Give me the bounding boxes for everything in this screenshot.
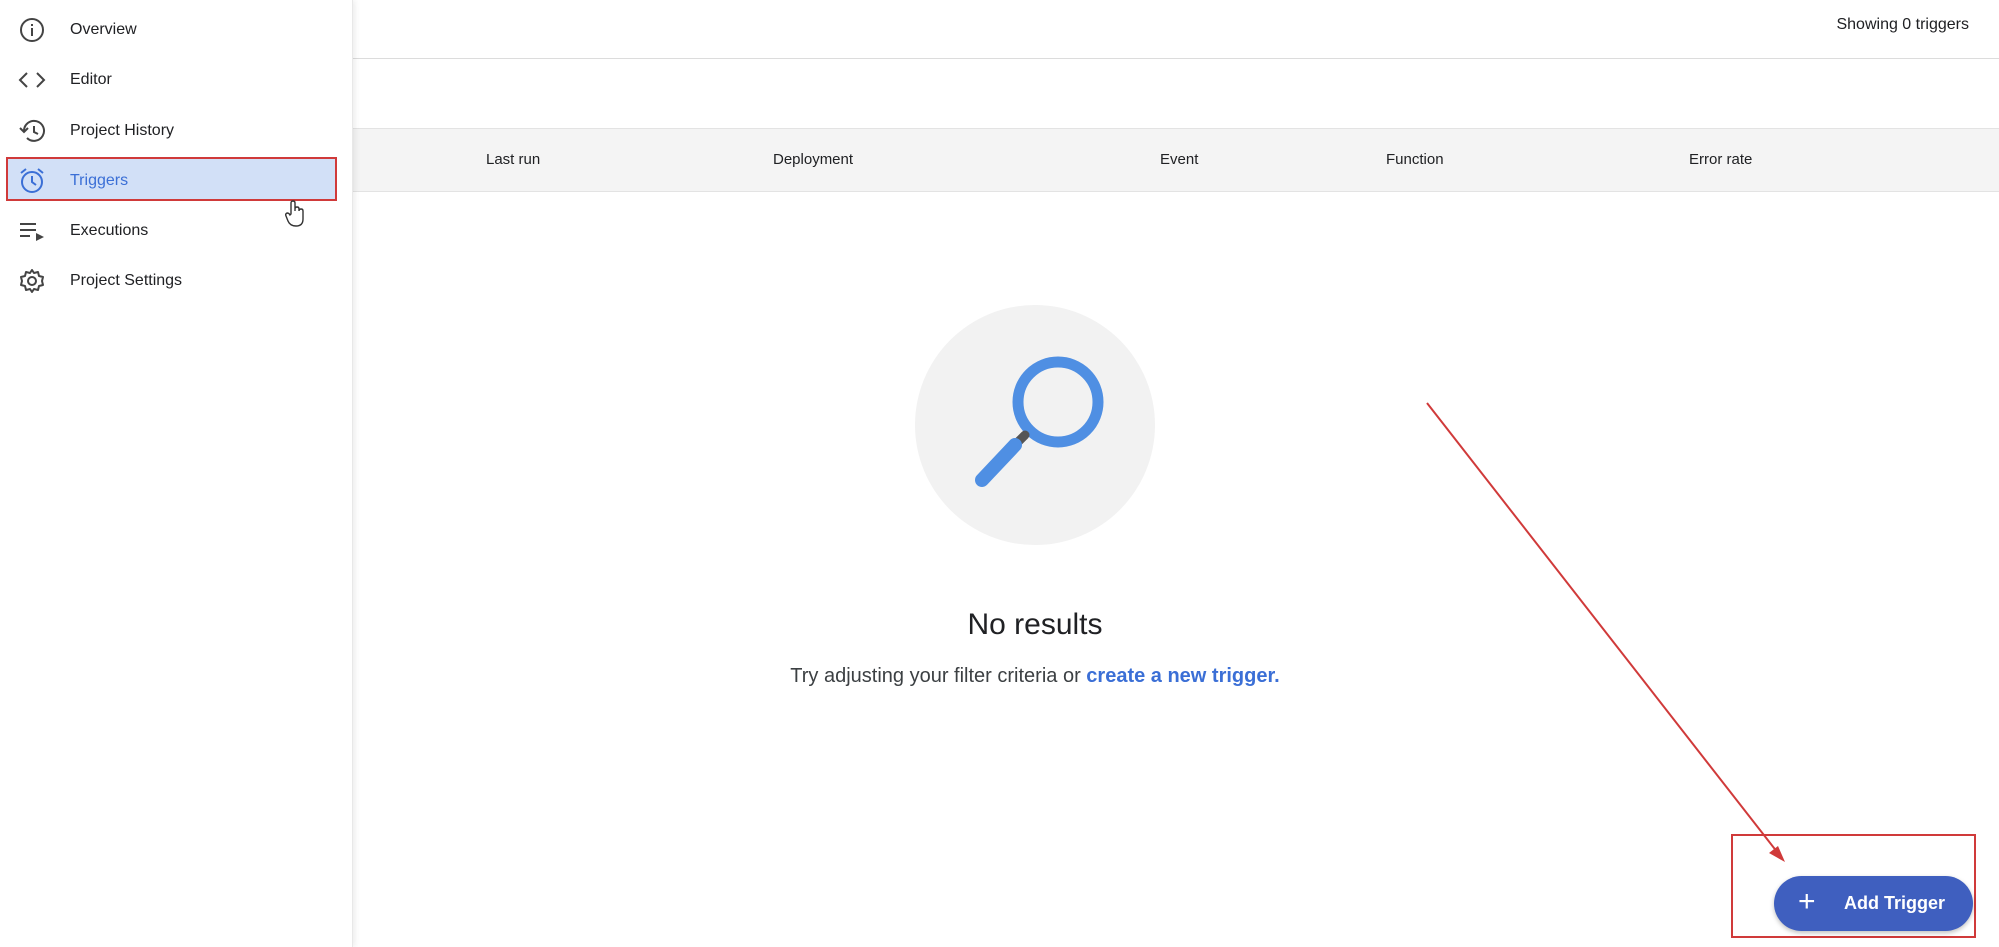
- create-trigger-link[interactable]: create a new trigger.: [1086, 665, 1279, 687]
- sidebar-item-project-settings[interactable]: Project Settings: [0, 256, 352, 306]
- sidebar-item-label: Overview: [70, 21, 137, 38]
- hand-cursor-icon: [284, 200, 306, 233]
- column-function[interactable]: Function: [1386, 151, 1444, 168]
- column-last-run[interactable]: Last run: [486, 151, 540, 168]
- sidebar-item-overview[interactable]: Overview: [0, 5, 352, 55]
- sidebar-item-label: Project Settings: [70, 272, 183, 289]
- empty-state-illustration: [915, 305, 1155, 545]
- sidebar-item-triggers[interactable]: Triggers: [0, 156, 352, 206]
- sidebar-item-label: Project History: [70, 122, 175, 139]
- executions-list-icon: [18, 219, 46, 243]
- gear-icon: [18, 269, 46, 293]
- plus-icon: +: [1798, 885, 1816, 918]
- column-event[interactable]: Event: [1160, 151, 1198, 168]
- trigger-count: Showing 0 triggers: [1836, 16, 1969, 33]
- add-trigger-button[interactable]: + Add Trigger: [1774, 876, 1973, 931]
- sidebar-item-label: Triggers: [70, 172, 129, 189]
- alarm-clock-icon: [18, 168, 46, 193]
- history-icon: [18, 119, 46, 143]
- code-icon: [18, 68, 46, 92]
- column-error-rate[interactable]: Error rate: [1689, 151, 1752, 168]
- info-icon: [18, 18, 46, 42]
- table-header: Last run Deployment Event Function Error…: [352, 128, 1999, 192]
- sidebar-item-label: Editor: [70, 71, 112, 88]
- add-trigger-label: Add Trigger: [1844, 893, 1946, 913]
- empty-state-hint-text: Try adjusting your filter criteria or: [790, 665, 1081, 687]
- sidebar-item-editor[interactable]: Editor: [0, 55, 352, 105]
- search-icon: [975, 356, 1104, 487]
- sidebar: Overview Editor Project History Triggers…: [0, 0, 353, 947]
- sidebar-item-project-history[interactable]: Project History: [0, 106, 352, 156]
- column-deployment[interactable]: Deployment: [773, 151, 853, 168]
- top-bar: Showing 0 triggers: [352, 0, 1999, 59]
- sidebar-item-label: Executions: [70, 222, 149, 239]
